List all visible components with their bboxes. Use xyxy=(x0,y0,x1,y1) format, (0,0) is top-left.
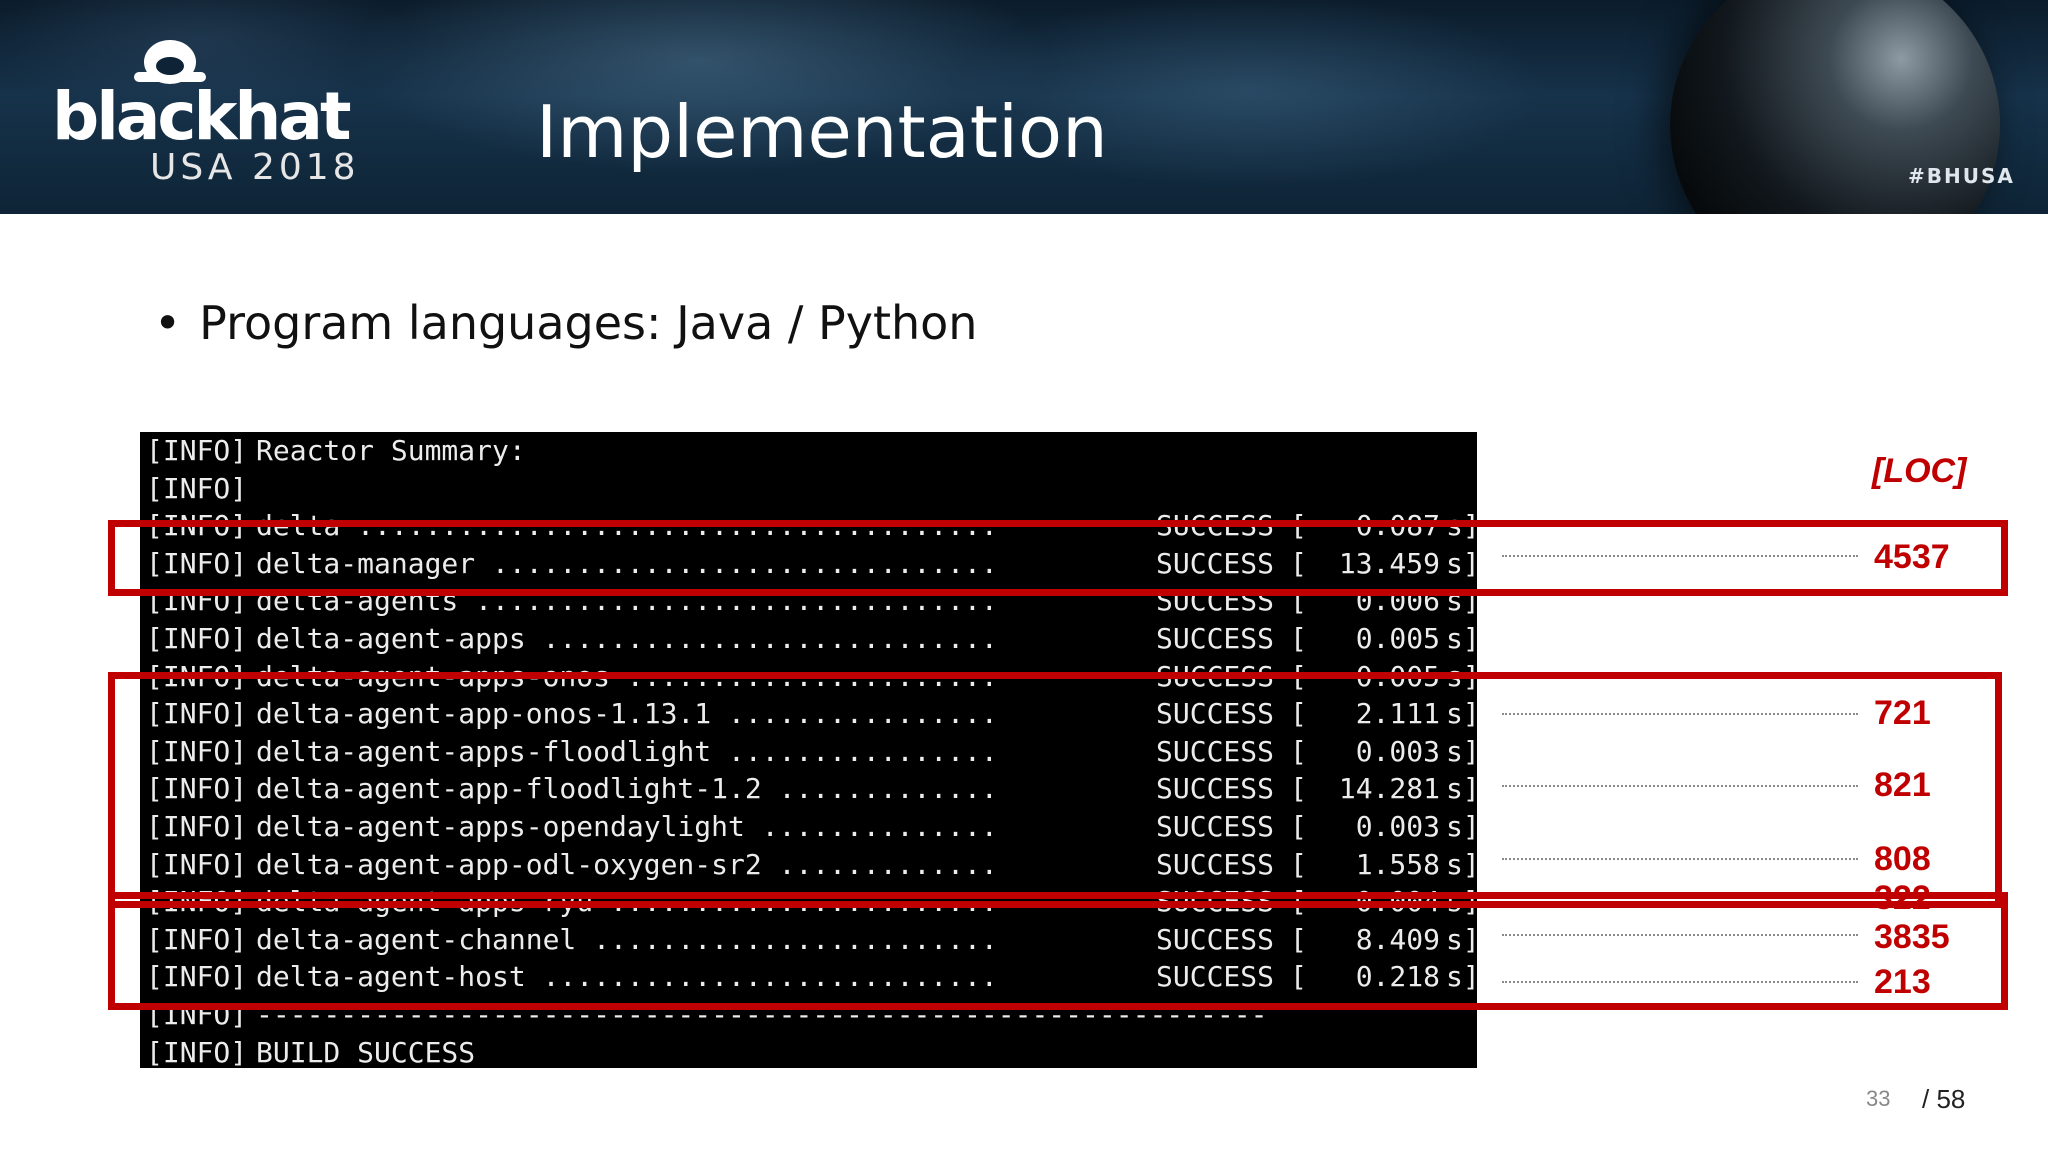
bullet-point: • Program languages: Java / Python xyxy=(154,300,977,346)
page-number: 33 xyxy=(1866,1086,1891,1111)
terminal-line: [INFO] delta-agent-apps .................… xyxy=(146,620,1480,658)
hashtag: #BHUSA xyxy=(1908,164,2015,188)
terminal-line: [INFO] Reactor Summary: xyxy=(146,432,526,470)
build-time: 0.005 xyxy=(1355,622,1440,655)
loc-header: [LOC] xyxy=(1872,452,1967,490)
bullet-text: Program languages: Java / Python xyxy=(199,296,978,350)
header-banner: blackhat USA 2018 Implementation #BHUSA xyxy=(0,0,2048,214)
log-level-tag: [INFO] xyxy=(146,434,248,467)
terminal-line: [INFO] BUILD SUCCESS xyxy=(146,1034,475,1072)
slide-title: Implementation xyxy=(536,90,1108,174)
bracket-close: s] xyxy=(1446,622,1480,655)
build-status: SUCCESS xyxy=(1156,622,1275,655)
highlight-box-apps xyxy=(108,672,2002,908)
page-total: / 58 xyxy=(1922,1084,1966,1114)
log-level-tag: [INFO] xyxy=(146,1035,248,1069)
log-level-tag: [INFO] xyxy=(146,622,248,655)
logo-subtitle: USA 2018 xyxy=(150,147,360,188)
log-level-tag: [INFO] xyxy=(146,471,248,505)
bracket-open: [ xyxy=(1290,622,1307,655)
bullet-symbol: • xyxy=(154,296,182,350)
module-name: BUILD SUCCESS xyxy=(256,1035,476,1069)
module-name: Reactor Summary: xyxy=(256,434,526,467)
logo-wordmark: blackhat xyxy=(52,78,351,155)
highlight-box-channel-host xyxy=(108,892,2008,1010)
highlight-box-manager xyxy=(108,520,2008,596)
module-name: delta-agent-apps .......................… xyxy=(256,622,998,655)
terminal-line: [INFO] xyxy=(146,470,256,508)
